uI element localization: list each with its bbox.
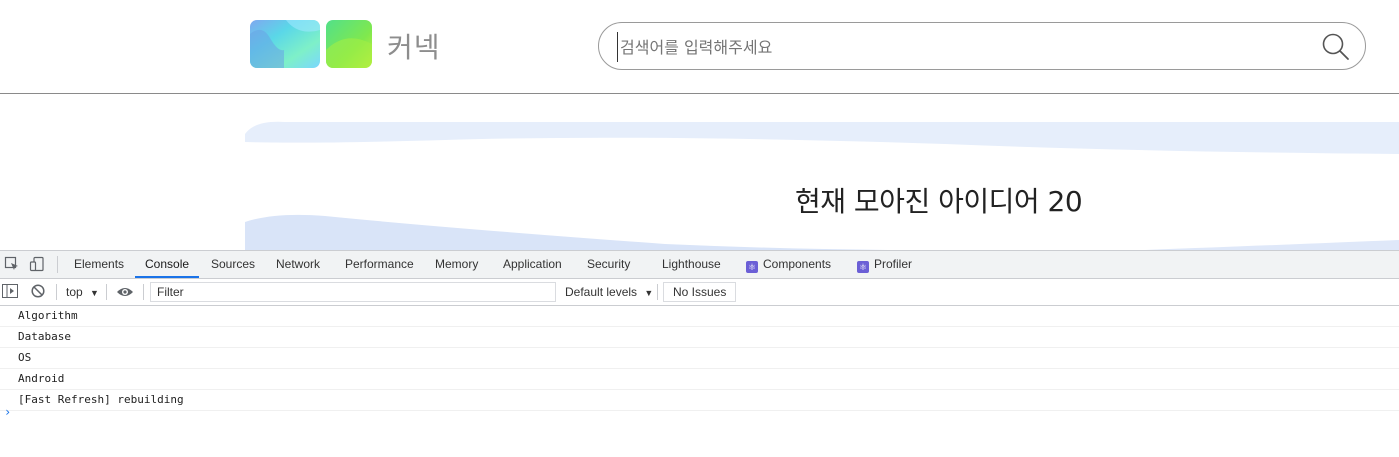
tab-network[interactable]: Network [276, 251, 320, 278]
devtools-tabbar: Elements Console Sources Network Perform… [0, 251, 1399, 279]
context-label: top [66, 285, 83, 299]
tab-performance[interactable]: Performance [345, 251, 414, 278]
log-levels-label: Default levels [565, 285, 638, 299]
inspect-element-icon[interactable] [4, 256, 20, 272]
device-toolbar-icon[interactable] [29, 256, 45, 272]
console-prompt[interactable]: › [4, 405, 11, 419]
console-filter-input[interactable] [150, 282, 556, 302]
live-expression-eye-icon[interactable] [116, 285, 134, 304]
context-selector[interactable]: top ▼ [66, 279, 99, 305]
toolbar-divider [106, 284, 107, 300]
log-levels-dropdown[interactable]: Default levels ▼ [565, 279, 653, 305]
tab-elements[interactable]: Elements [74, 251, 124, 278]
tab-memory[interactable]: Memory [435, 251, 478, 278]
toolbar-divider [143, 284, 144, 300]
devtools-panel: Elements Console Sources Network Perform… [0, 250, 1399, 457]
search-box [598, 22, 1366, 70]
tab-sources[interactable]: Sources [211, 251, 255, 278]
logo-tile-green [326, 20, 372, 68]
console-message: [Fast Refresh] rebuilding [0, 390, 1399, 411]
search-icon[interactable] [1321, 32, 1351, 62]
react-icon: ⚛ [746, 261, 758, 273]
tabbar-divider [57, 256, 58, 273]
tab-components[interactable]: ⚛ Components [746, 251, 831, 278]
console-message: OS [0, 348, 1399, 369]
tab-console[interactable]: Console [145, 251, 189, 278]
clear-console-icon[interactable] [31, 284, 45, 303]
console-log: Algorithm Database OS Android [Fast Refr… [0, 306, 1399, 411]
logo-tile-gradient [250, 20, 320, 68]
tab-profiler[interactable]: ⚛ Profiler [857, 251, 912, 278]
console-message: Database [0, 327, 1399, 348]
active-tab-indicator [135, 276, 199, 278]
console-toolbar: top ▼ Default levels ▼ No Issues [0, 279, 1399, 306]
site-header: 커넥 [0, 0, 1399, 94]
idea-count-title: 현재 모아진 아이디어 20 [795, 185, 1083, 218]
issues-button[interactable]: No Issues [663, 282, 737, 302]
tab-components-label: Components [763, 257, 832, 271]
tab-application[interactable]: Application [503, 251, 562, 278]
dropdown-arrow-icon: ▼ [644, 288, 654, 298]
console-message: Android [0, 369, 1399, 390]
console-message: Algorithm [0, 306, 1399, 327]
toolbar-divider [56, 284, 57, 300]
tab-security[interactable]: Security [587, 251, 630, 278]
react-icon: ⚛ [857, 261, 869, 273]
tab-lighthouse[interactable]: Lighthouse [662, 251, 721, 278]
hero-banner: 현재 모아진 아이디어 20 [0, 94, 1399, 250]
tab-profiler-label: Profiler [874, 257, 913, 271]
hero-wave-background [245, 121, 1399, 250]
search-input[interactable] [617, 32, 1312, 62]
toolbar-divider [657, 284, 658, 300]
sidebar-toggle-icon[interactable] [2, 284, 18, 303]
dropdown-arrow-icon: ▼ [90, 288, 99, 298]
logo-text: 커넥 [387, 31, 441, 64]
